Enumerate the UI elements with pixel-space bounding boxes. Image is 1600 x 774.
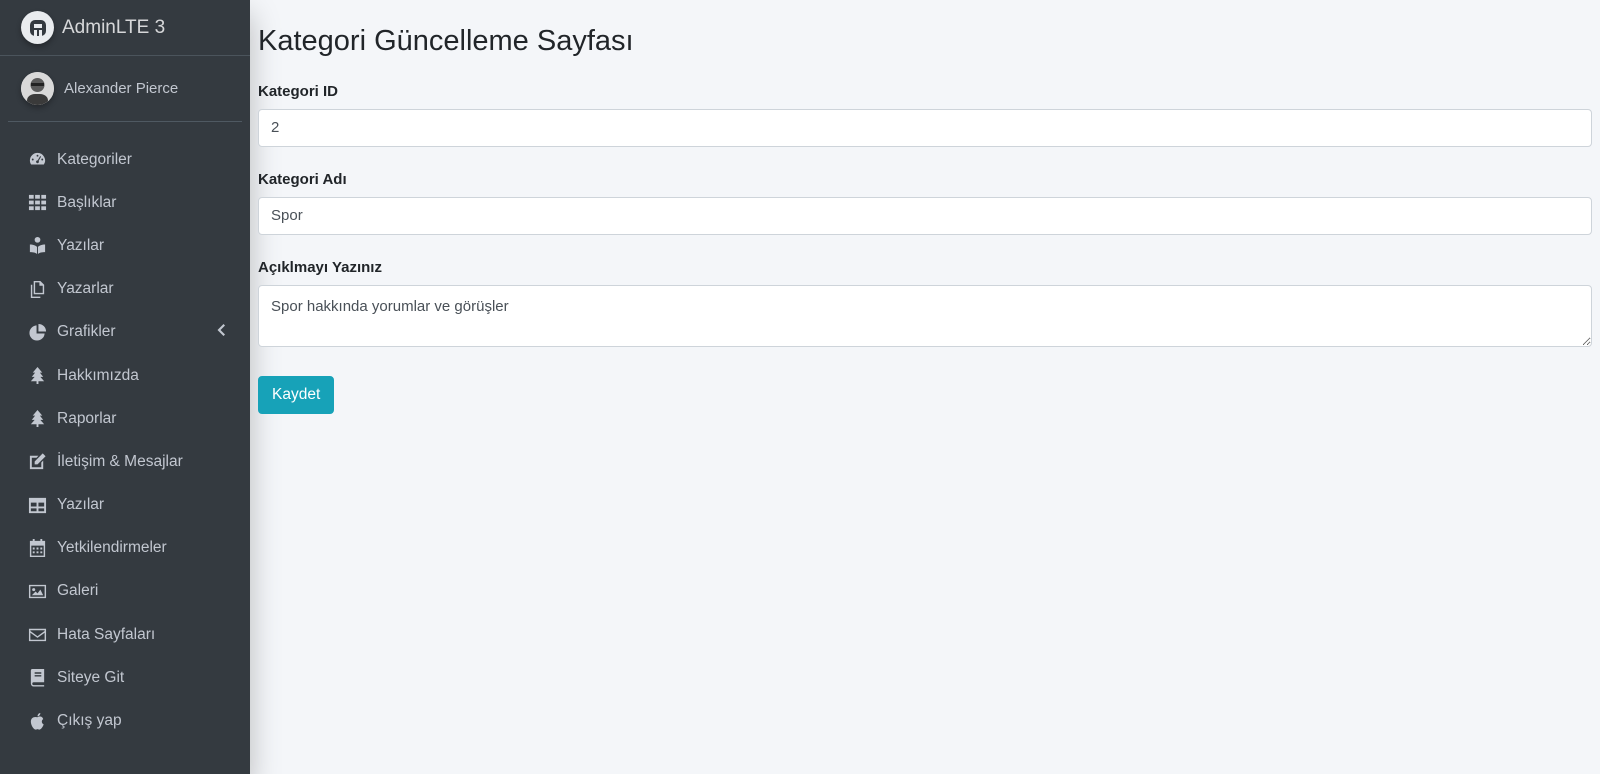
page-title: Kategori Güncelleme Sayfası [258, 25, 634, 57]
category-id-group: Kategori ID [258, 83, 1592, 147]
brand-link[interactable]: AdminLTE 3 [0, 0, 250, 56]
pie-chart-icon [27, 322, 47, 342]
grid-icon [27, 193, 47, 213]
sidebar-item-label: Galeri [57, 582, 99, 600]
sidebar-item-yazarlar[interactable]: Yazarlar [8, 268, 242, 311]
sidebar-item-label: Hata Sayfaları [57, 625, 156, 643]
tachometer-icon [27, 150, 47, 170]
category-name-input[interactable] [258, 196, 1592, 235]
sidebar-item-grafikler[interactable]: Grafikler [8, 311, 242, 354]
brand-name: AdminLTE 3 [62, 16, 166, 38]
sidebar-item-yazilar-table[interactable]: Yazılar [8, 484, 242, 527]
calendar-icon [27, 538, 47, 558]
user-panel[interactable]: Alexander Pierce [8, 56, 242, 122]
sidebar-item-label: Yetkilendirmeler [57, 539, 167, 557]
tree-icon [27, 409, 47, 429]
sidebar-item-label: Çıkış yap [57, 712, 122, 730]
save-button[interactable]: Kaydet [258, 375, 335, 414]
sidebar-item-label: İletişim & Mesajlar [57, 452, 183, 470]
sidebar-item-hata-sayfalari[interactable]: Hata Sayfaları [8, 613, 242, 656]
avatar [21, 72, 54, 105]
brand-logo-icon [21, 11, 54, 44]
description-group: Açıklmayı Yazınız Spor hakkında yorumlar… [258, 259, 1592, 352]
sidebar-item-label: Grafikler [57, 323, 116, 341]
sidebar-item-label: Başlıklar [57, 193, 117, 211]
copy-icon [27, 279, 47, 299]
apple-icon [27, 711, 47, 731]
sidebar-item-label: Kategoriler [57, 150, 132, 168]
user-name: Alexander Pierce [64, 80, 179, 97]
chevron-left-icon[interactable] [216, 323, 226, 341]
sidebar-item-cikis-yap[interactable]: Çıkış yap [8, 699, 242, 742]
sidebar-item-label: Raporlar [57, 409, 117, 427]
sidebar: AdminLTE 3 Alexander Pierce Kategoriler … [0, 0, 250, 774]
edit-icon [27, 452, 47, 472]
sidebar-item-label: Hakkımızda [57, 366, 139, 384]
book-icon [27, 668, 47, 688]
sidebar-item-label: Yazılar [57, 236, 105, 254]
sidebar-item-iletisim[interactable]: İletişim & Mesajlar [8, 440, 242, 483]
sidebar-item-label: Yazılar [57, 496, 105, 514]
sidebar-item-kategoriler[interactable]: Kategoriler [8, 138, 242, 181]
image-icon [27, 581, 47, 601]
description-textarea[interactable]: Spor hakkında yorumlar ve görüşler [258, 284, 1592, 347]
sidebar-item-yetkilendirmeler[interactable]: Yetkilendirmeler [8, 527, 242, 570]
description-label: Açıklmayı Yazınız [258, 258, 382, 276]
main-content: Kategori Güncelleme Sayfası Kategori ID … [250, 0, 1600, 774]
sidebar-item-label: Yazarlar [57, 280, 114, 298]
category-name-label: Kategori Adı [258, 170, 347, 188]
sidebar-item-basliklar[interactable]: Başlıklar [8, 181, 242, 224]
table-icon [27, 495, 47, 515]
envelope-icon [27, 625, 47, 645]
sidebar-item-raporlar[interactable]: Raporlar [8, 397, 242, 440]
category-name-group: Kategori Adı [258, 171, 1592, 235]
category-id-label: Kategori ID [258, 82, 339, 100]
sidebar-item-yazilar[interactable]: Yazılar [8, 224, 242, 267]
book-reader-icon [27, 236, 47, 256]
sidebar-item-siteye-git[interactable]: Siteye Git [8, 656, 242, 699]
tree-icon [27, 366, 47, 386]
category-id-input[interactable] [258, 108, 1592, 147]
sidebar-nav: Kategoriler Başlıklar Yazılar Yazarlar G… [0, 138, 250, 743]
sidebar-item-hakkimizda[interactable]: Hakkımızda [8, 354, 242, 397]
sidebar-item-galeri[interactable]: Galeri [8, 570, 242, 613]
sidebar-item-label: Siteye Git [57, 668, 125, 686]
